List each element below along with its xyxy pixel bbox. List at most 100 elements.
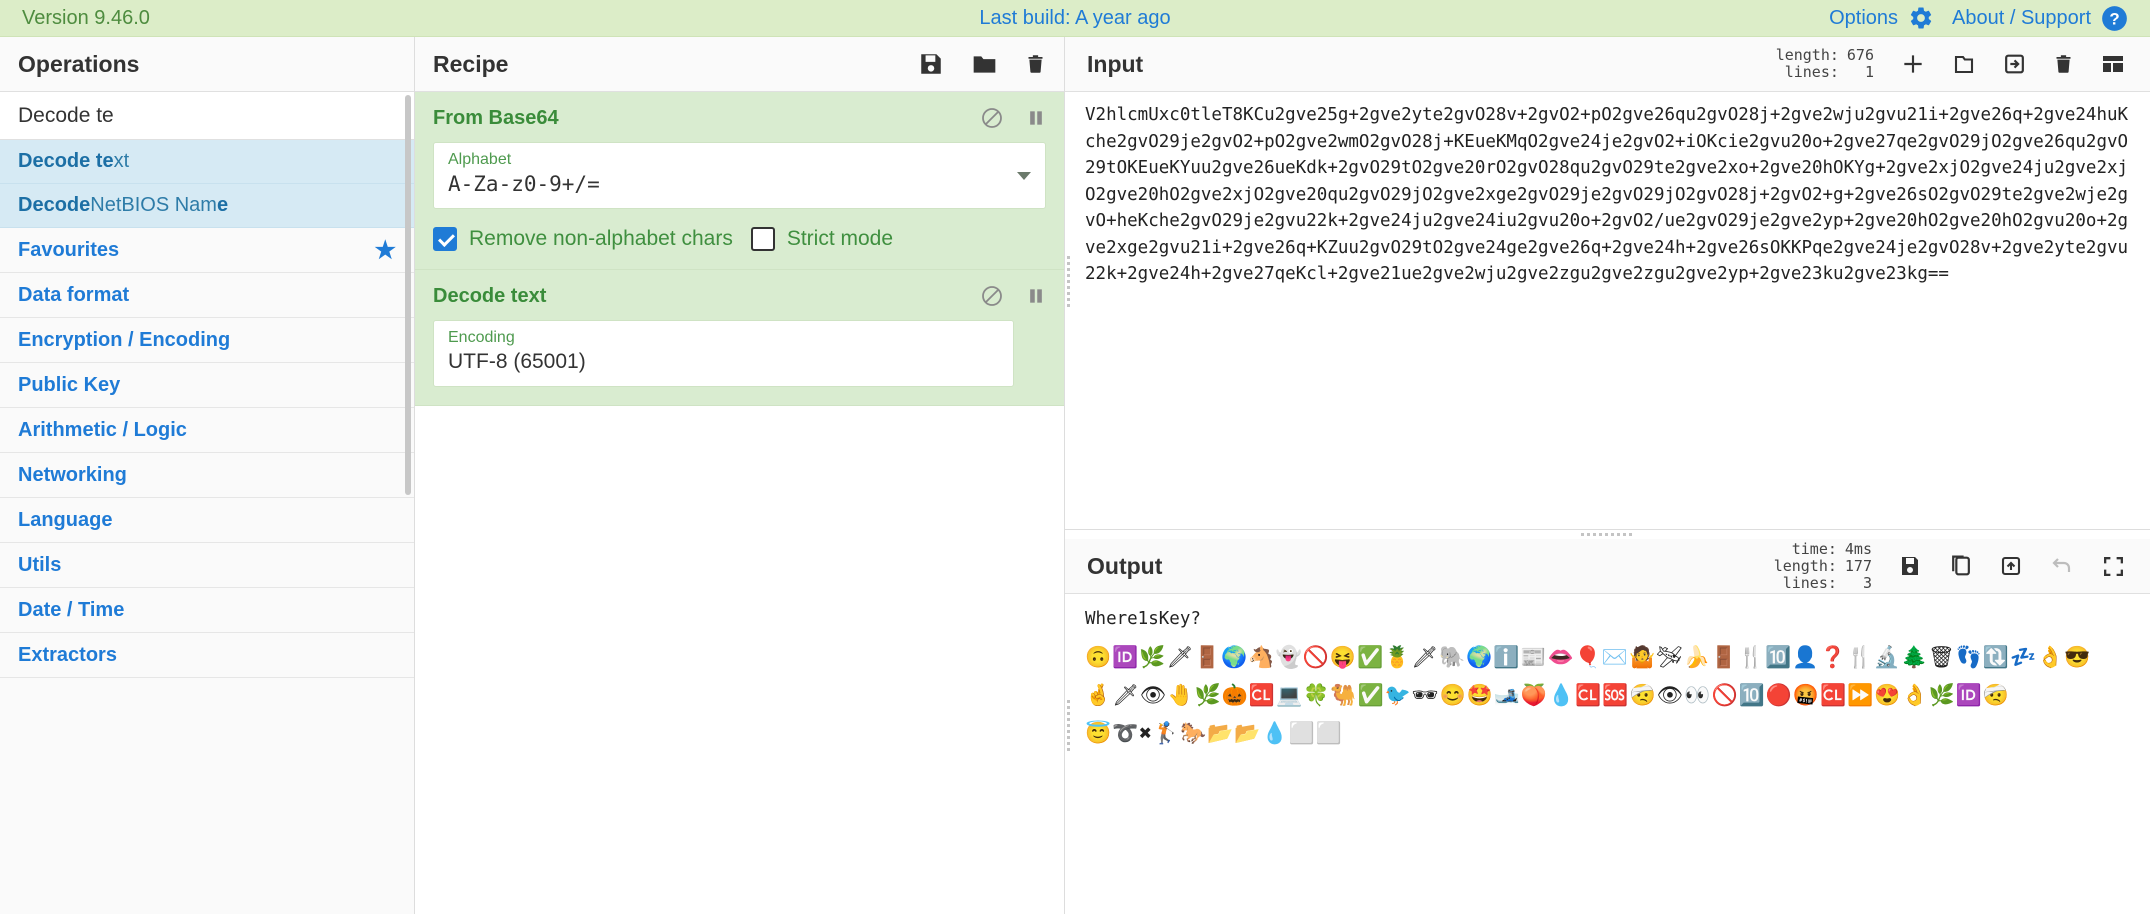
checkbox-box-unchecked[interactable]	[750, 227, 775, 251]
sidebar-item-utils[interactable]: Utils	[0, 543, 414, 588]
input-vertical-grip[interactable]	[1065, 37, 1072, 529]
open-folder-icon[interactable]	[1952, 51, 1976, 77]
output-pane: Output time: 4ms length: 177 lines: 3 Wh…	[1065, 539, 2150, 914]
pause-icon[interactable]	[1026, 107, 1046, 129]
recipe-operation-decode-text[interactable]: Decode text Encoding UTF-8 (65001)	[415, 270, 1064, 406]
operations-scrollbar[interactable]	[405, 95, 411, 495]
argument-label: Alphabet	[448, 151, 512, 168]
pause-icon[interactable]	[1026, 285, 1046, 307]
folder-icon[interactable]	[971, 51, 998, 77]
input-pane: Input length: 676 lines: 1 V2hlcmUxc0tle…	[1065, 37, 2150, 530]
sidebar-item-data-format[interactable]: Data format	[0, 273, 414, 318]
category-label-arithmetic-logic: Arithmetic / Logic	[18, 418, 187, 441]
operations-panel: Operations Decode text Decode NetBIOS Na…	[0, 37, 415, 914]
category-label-extractors: Extractors	[18, 643, 117, 666]
argument-checkboxes: Remove non-alphabet chars Strict mode	[415, 209, 1064, 251]
recipe-title-bar: Recipe	[415, 37, 1064, 92]
about-support-label: About / Support	[1952, 6, 2091, 29]
recipe-toolbar	[918, 51, 1046, 77]
output-line-1: Where1sKey?	[1085, 609, 1201, 629]
checkbox-box-checked[interactable]	[433, 227, 457, 251]
result-match-2b: e	[216, 194, 229, 216]
checkbox-label: Strict mode	[786, 227, 894, 250]
output-toolbar	[1898, 553, 2126, 579]
recipe-operations-list[interactable]: From Base64 Alphabet A-Za-z0-9+/= Remove…	[415, 92, 1064, 914]
search-result-decode-netbios-name[interactable]: Decode NetBIOS Nam e	[0, 184, 414, 228]
disable-icon[interactable]	[980, 284, 1004, 308]
sidebar-item-date-time[interactable]: Date / Time	[0, 588, 414, 633]
io-panel: Input length: 676 lines: 1 V2hlcmUxc0tle…	[1065, 37, 2150, 914]
star-icon: ★	[374, 236, 396, 264]
recipe-title: Recipe	[433, 50, 509, 77]
about-support-button[interactable]: About / Support ?	[1952, 5, 2128, 32]
argument-encoding[interactable]: Encoding UTF-8 (65001)	[433, 320, 1014, 387]
copy-output-icon[interactable]	[1948, 553, 1973, 579]
input-length-value: 676	[1846, 46, 1874, 64]
operation-controls	[980, 106, 1046, 130]
operations-title: Operations	[0, 37, 414, 92]
result-match-1: Decode te	[18, 150, 114, 172]
chevron-down-icon[interactable]	[1017, 171, 1031, 180]
options-button[interactable]: Options	[1829, 5, 1934, 31]
input-meta: length: 676 lines: 1	[1776, 47, 1874, 81]
version-label: Version 9.46.0	[22, 6, 150, 29]
category-label-language: Language	[18, 508, 113, 531]
checkbox-label: Remove non-alphabet chars	[469, 227, 733, 250]
output-emoji-line-1: 🙃🆔🌿🗡🚪🌍🐴👻🚫😝✅🍍🗡🐘🌍ℹ️📰👄🎈✉️🤷🛩🍌🚪🍴🔟👤❓🍴🔬🌲🗑👣🔃💤👌😎	[1085, 645, 2092, 669]
banner-links: Options About / Support ?	[1829, 5, 2128, 32]
reset-layout-icon[interactable]	[2100, 52, 2126, 76]
argument-value: A-Za-z0-9+/=	[448, 172, 600, 196]
clear-io-icon[interactable]	[2053, 51, 2074, 77]
sidebar-item-language[interactable]: Language	[0, 498, 414, 543]
replace-input-icon[interactable]	[1999, 553, 2023, 579]
input-title-bar: Input length: 676 lines: 1	[1065, 37, 2150, 92]
argument-alphabet[interactable]: Alphabet A-Za-z0-9+/=	[433, 142, 1046, 209]
maximise-icon[interactable]	[2101, 554, 2126, 579]
sidebar-item-arithmetic-logic[interactable]: Arithmetic / Logic	[0, 408, 414, 453]
gear-icon[interactable]	[1908, 5, 1934, 31]
argument-value: UTF-8 (65001)	[448, 350, 586, 373]
input-lines-value: 1	[1864, 63, 1874, 81]
sidebar-item-extractors[interactable]: Extractors	[0, 633, 414, 678]
operation-header: Decode text	[415, 284, 1064, 320]
output-vertical-grip[interactable]	[1065, 539, 1072, 914]
category-label-date-time: Date / Time	[18, 598, 125, 621]
open-file-as-input-icon[interactable]	[2002, 51, 2027, 77]
output-textarea[interactable]: Where1sKey? 🙃🆔🌿🗡🚪🌍🐴👻🚫😝✅🍍🗡🐘🌍ℹ️📰👄🎈✉️🤷🛩🍌🚪🍴🔟…	[1065, 594, 2150, 914]
checkbox-remove-non-alphabet-chars[interactable]: Remove non-alphabet chars	[433, 227, 733, 251]
output-title: Output	[1087, 552, 1163, 579]
output-emoji-line-3: 😇➰✖🏌🐎📂📂💧⬜⬜	[1085, 721, 1343, 745]
operation-header: From Base64	[415, 106, 1064, 142]
io-splitter[interactable]	[1065, 530, 2150, 539]
save-icon[interactable]	[918, 51, 944, 77]
disable-icon[interactable]	[980, 106, 1004, 130]
search-result-decode-text[interactable]: Decode te xt	[0, 140, 414, 184]
add-tab-icon[interactable]	[1900, 51, 1926, 77]
search-input[interactable]	[0, 92, 414, 140]
sidebar-item-favourites[interactable]: Favourites ★	[0, 228, 414, 273]
sidebar-item-encryption-encoding[interactable]: Encryption / Encoding	[0, 318, 414, 363]
recipe-operation-from-base64[interactable]: From Base64 Alphabet A-Za-z0-9+/= Remove…	[415, 92, 1064, 270]
undo-icon[interactable]	[2049, 554, 2075, 578]
output-lines-key: lines:	[1782, 573, 1837, 592]
top-banner: Version 9.46.0 Last build: A year ago Op…	[0, 0, 2150, 37]
input-toolbar	[1900, 51, 2126, 77]
argument-label: Encoding	[448, 329, 515, 346]
output-length-key: length:	[1773, 556, 1837, 575]
operation-name: Decode text	[433, 284, 547, 307]
input-textarea[interactable]: V2hlcmUxc0tleT8KCu2gve25g+2gve2yte2gvO28…	[1065, 92, 2150, 529]
app-body: Operations Decode text Decode NetBIOS Na…	[0, 37, 2150, 914]
category-label-data-format: Data format	[18, 283, 130, 306]
input-length-key: length:	[1775, 46, 1839, 64]
svg-text:?: ?	[2109, 9, 2119, 28]
save-output-icon[interactable]	[1898, 553, 1922, 579]
trash-icon[interactable]	[1025, 51, 1046, 77]
sidebar-item-public-key[interactable]: Public Key	[0, 363, 414, 408]
output-meta: time: 4ms length: 177 lines: 3	[1773, 540, 1872, 592]
checkbox-strict-mode[interactable]: Strict mode	[750, 227, 894, 251]
output-lines-value: 3	[1862, 573, 1872, 592]
result-rest-2: NetBIOS Nam	[90, 194, 217, 216]
category-label-public-key: Public Key	[18, 373, 121, 396]
sidebar-item-networking[interactable]: Networking	[0, 453, 414, 498]
question-circle-icon[interactable]: ?	[2101, 5, 2128, 32]
